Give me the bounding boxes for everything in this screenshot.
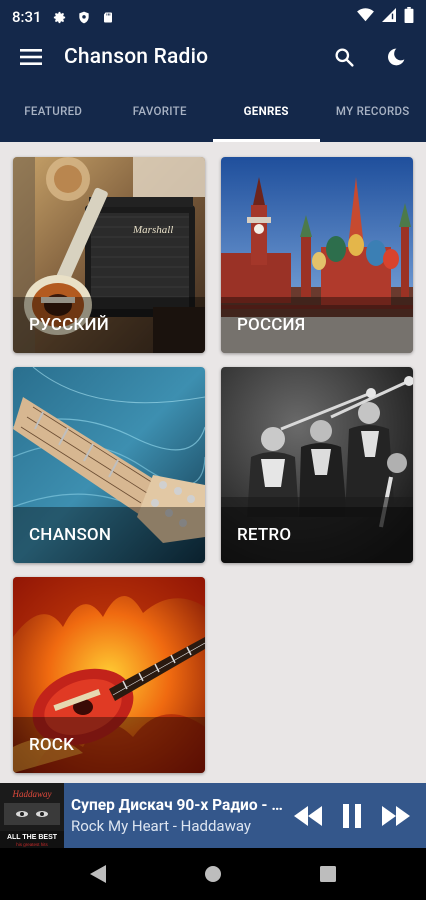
shield-icon: [76, 9, 92, 25]
fast-forward-icon: [382, 805, 410, 826]
tab-my-records[interactable]: MY RECORDS: [320, 80, 426, 142]
genre-label-band: РОССИЯ: [221, 297, 413, 353]
search-icon: [334, 47, 354, 67]
mini-player[interactable]: Haddaway ALL THE BEST his greatest hits …: [0, 783, 426, 848]
album-art[interactable]: Haddaway ALL THE BEST his greatest hits: [0, 783, 64, 848]
menu-button[interactable]: [0, 34, 62, 80]
tab-featured[interactable]: FEATURED: [0, 80, 107, 142]
system-nav-bar: [0, 848, 426, 900]
genre-card-retro[interactable]: RETRO: [221, 367, 413, 563]
genre-card-rossiya[interactable]: РОССИЯ: [221, 157, 413, 353]
hamburger-menu-icon: [20, 49, 42, 65]
signal-icon: [382, 8, 396, 26]
fast-forward-button[interactable]: [374, 783, 418, 848]
home-icon[interactable]: [204, 865, 222, 883]
genre-label: RETRO: [237, 525, 292, 545]
status-time: 8:31: [12, 8, 42, 26]
album-art-subtitle-text: his greatest hits: [16, 842, 48, 847]
now-playing-text: Rock My Heart - Haddaway: [71, 817, 251, 835]
pause-icon: [343, 803, 361, 828]
svg-text:Marshall: Marshall: [132, 224, 173, 236]
album-art-image: Haddaway ALL THE BEST his greatest hits: [0, 783, 64, 848]
app-bar: Chanson Radio: [0, 34, 426, 80]
genre-label: ROCK: [29, 735, 75, 755]
moon-icon: [388, 48, 405, 66]
tab-bar: FEATURED FAVORITE GENRES MY RECORDS: [0, 80, 426, 142]
genre-card-chanson[interactable]: CHANSON: [13, 367, 205, 563]
tab-favorite[interactable]: FAVORITE: [107, 80, 214, 142]
recents-icon[interactable]: [320, 866, 336, 882]
genre-label: CHANSON: [29, 525, 112, 545]
genre-label: РОССИЯ: [237, 315, 306, 335]
back-icon[interactable]: [90, 865, 106, 883]
status-indicators: [357, 7, 414, 27]
album-art-artist-text: Haddaway: [12, 789, 52, 799]
track-info[interactable]: Супер Дискач 90-х Радио - Радио Рекорд R…: [64, 796, 286, 835]
genre-card-rock[interactable]: ROCK: [13, 577, 205, 773]
genre-card-russkiy[interactable]: Marshall РУССКИЙ: [13, 157, 205, 353]
genre-label-band: ROCK: [13, 717, 205, 773]
battery-icon: [404, 7, 414, 27]
tab-genres[interactable]: GENRES: [213, 80, 320, 142]
station-title: Супер Дискач 90-х Радио - Радио Рекорд: [71, 796, 286, 814]
rewind-icon: [294, 805, 322, 826]
pause-button[interactable]: [330, 783, 374, 848]
genre-label-band: РУССКИЙ: [13, 297, 205, 353]
settings-gear-icon: [52, 9, 68, 25]
rewind-button[interactable]: [286, 783, 330, 848]
night-mode-button[interactable]: [370, 34, 422, 80]
genre-label-band: CHANSON: [13, 507, 205, 563]
genre-label: РУССКИЙ: [29, 315, 109, 335]
sd-card-icon: [100, 9, 116, 25]
genre-label-band: RETRO: [221, 507, 413, 563]
app-title: Chanson Radio: [64, 45, 209, 69]
search-button[interactable]: [318, 34, 370, 80]
wifi-icon: [357, 8, 374, 26]
status-bar: 8:31: [0, 0, 426, 34]
album-art-title-text: ALL THE BEST: [7, 834, 58, 841]
